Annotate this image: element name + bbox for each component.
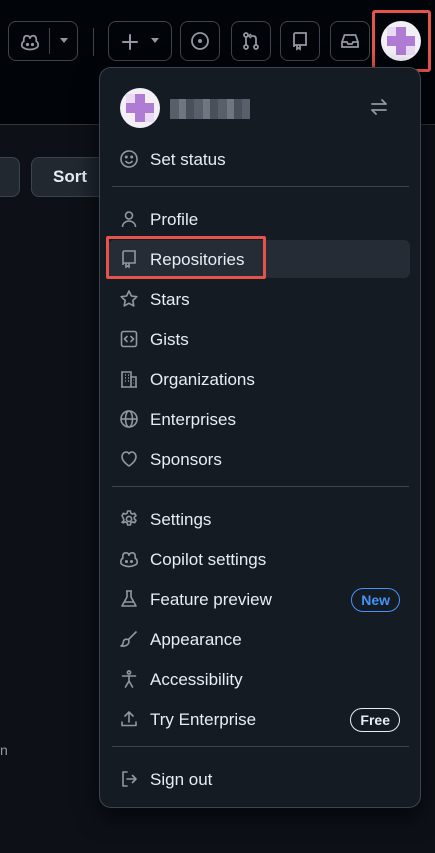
menu-separator xyxy=(112,746,409,747)
arrow-switch-icon[interactable] xyxy=(368,96,390,123)
repo-icon xyxy=(289,30,311,52)
organization-icon xyxy=(119,369,139,389)
repo-icon xyxy=(119,249,139,269)
username-blurred xyxy=(170,99,250,119)
menu-item-label: Feature preview xyxy=(150,590,272,609)
menu-item-feature-preview[interactable]: Feature preview New xyxy=(108,580,410,618)
issues-button[interactable] xyxy=(180,21,220,61)
menu-item-organizations[interactable]: Organizations xyxy=(108,360,410,398)
triangle-down-icon xyxy=(58,36,70,46)
avatar-highlight xyxy=(372,10,431,72)
copilot-button[interactable] xyxy=(8,21,78,61)
inbox-icon xyxy=(339,30,361,52)
background-text: n xyxy=(0,742,8,758)
beaker-icon xyxy=(119,589,139,609)
menu-item-label: Organizations xyxy=(150,370,255,389)
menu-item-gists[interactable]: Gists xyxy=(108,320,410,358)
avatar[interactable] xyxy=(381,21,421,61)
menu-item-label: Sign out xyxy=(150,770,213,789)
menu-item-label: Copilot settings xyxy=(150,550,267,569)
plus-icon xyxy=(120,32,140,52)
menu-item-appearance[interactable]: Appearance xyxy=(108,620,410,658)
menu-item-stars[interactable]: Stars xyxy=(108,280,410,318)
menu-item-label: Appearance xyxy=(150,630,242,649)
menu-item-label: Try Enterprise xyxy=(150,710,257,729)
gear-icon xyxy=(119,509,139,529)
menu-item-label: Gists xyxy=(150,330,189,349)
menu-item-sign-out[interactable]: Sign out xyxy=(108,760,410,798)
menu-item-set-status[interactable]: Set status xyxy=(108,140,410,178)
heart-icon xyxy=(119,449,139,469)
smiley-icon xyxy=(119,149,139,169)
filter-button[interactable] xyxy=(0,157,20,197)
menu-item-copilot-settings[interactable]: Copilot settings xyxy=(108,540,410,578)
menu-item-label: Stars xyxy=(150,290,190,309)
menu-item-label: Set status xyxy=(150,150,226,169)
menu-item-accessibility[interactable]: Accessibility xyxy=(108,660,410,698)
copilot-icon xyxy=(119,549,139,569)
issue-opened-icon xyxy=(189,30,211,52)
sign-out-icon xyxy=(119,769,139,789)
menu-item-enterprises[interactable]: Enterprises xyxy=(108,400,410,438)
menu-item-label: Profile xyxy=(150,210,199,229)
person-icon xyxy=(119,209,139,229)
menu-separator xyxy=(112,186,409,187)
accessibility-icon xyxy=(119,669,139,689)
repositories-button[interactable] xyxy=(280,21,320,61)
pull-requests-button[interactable] xyxy=(231,21,271,61)
menu-avatar xyxy=(120,88,160,128)
github-page: Sort n Set status Profile Repositories S… xyxy=(0,0,435,853)
globe-icon xyxy=(119,409,139,429)
user-menu: Set status Profile Repositories Stars Gi… xyxy=(99,67,421,808)
menu-item-label: Accessibility xyxy=(150,670,243,689)
menu-item-sponsors[interactable]: Sponsors xyxy=(108,440,410,478)
menu-item-repositories[interactable]: Repositories xyxy=(108,240,410,278)
header-divider xyxy=(93,28,94,56)
inbox-button[interactable] xyxy=(330,21,370,61)
new-badge: New xyxy=(351,588,400,612)
menu-separator xyxy=(112,486,409,487)
star-icon xyxy=(119,289,139,309)
git-pull-request-icon xyxy=(240,30,262,52)
menu-item-profile[interactable]: Profile xyxy=(108,200,410,238)
menu-item-label: Enterprises xyxy=(150,410,236,429)
upload-icon xyxy=(119,709,139,729)
menu-item-label: Sponsors xyxy=(150,450,222,469)
menu-item-label: Settings xyxy=(150,510,212,529)
menu-item-try-enterprise[interactable]: Try Enterprise Free xyxy=(108,700,410,738)
paintbrush-icon xyxy=(119,629,139,649)
create-new-button[interactable] xyxy=(108,21,172,61)
code-square-icon xyxy=(119,329,139,349)
sort-label: Sort xyxy=(53,167,87,186)
menu-item-label: Repositories xyxy=(150,250,245,269)
free-badge: Free xyxy=(350,708,400,732)
copilot-icon xyxy=(20,32,40,52)
menu-item-settings[interactable]: Settings xyxy=(108,500,410,538)
triangle-down-icon xyxy=(149,36,161,46)
